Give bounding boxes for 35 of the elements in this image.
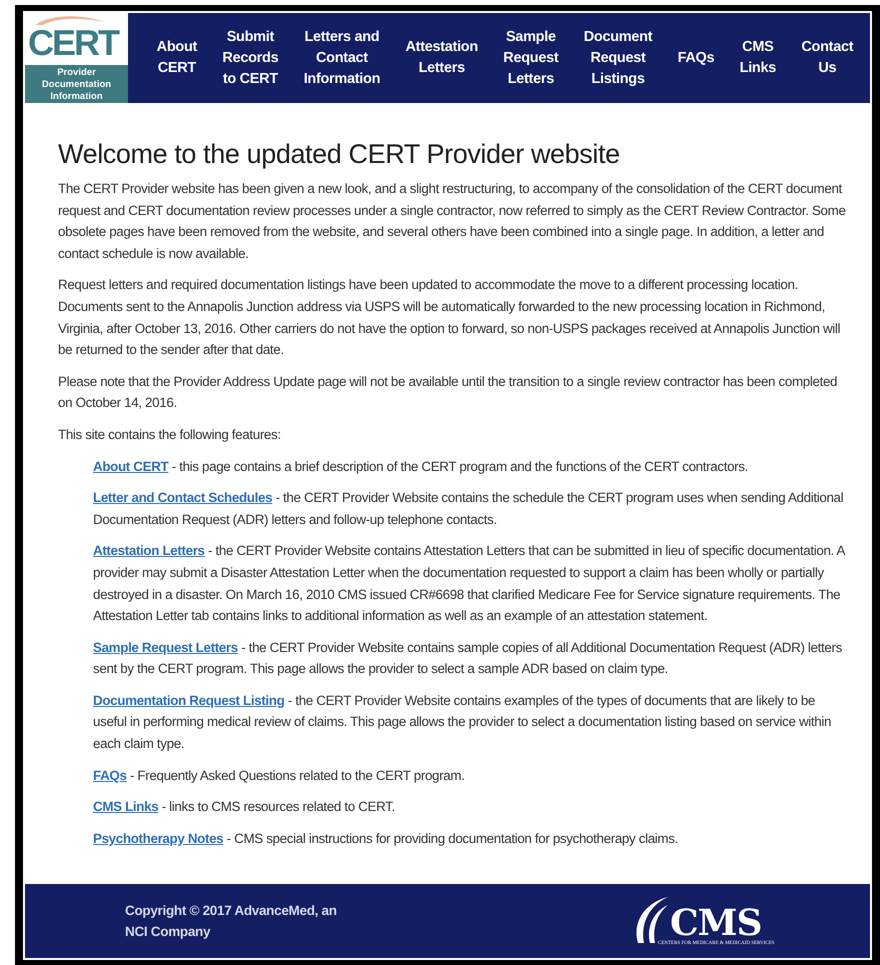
cms-wordmark: CMS bbox=[670, 905, 762, 941]
feature-description: Letter and Contact Schedules - the CERT Provider Website contains the schedule the CERT program uses when sending Additional Documentation Request (ADR) letters and follow-up telephone contacts. bbox=[93, 489, 844, 529]
page-heading: Welcome to the updated CERT Provider website bbox=[58, 139, 621, 170]
feature-link[interactable]: Letter and Contact Schedules bbox=[93, 490, 272, 506]
feature-link[interactable]: About CERT bbox=[93, 458, 168, 474]
paragraph: Please note that the Provider Address Update page will not be available until the transition to a single review contractor has been completed on October 14, 2016. bbox=[58, 372, 838, 412]
nav-link[interactable]: Document Request Listings bbox=[584, 26, 652, 90]
logo-caption: Provider Documentation Information bbox=[25, 65, 128, 103]
feature-link[interactable]: FAQs bbox=[93, 768, 127, 783]
paragraph: The CERT Provider website has been given a new look, and a slight restructuring, to accompany of the consolidation of the CERT document request and CERT documentation review processes under a single contractor, now referred to simply as the CERT Review Contractor. Some obsolete pages have been removed from the website, and several others have been combined into a single page. In addition, a letter and contact schedule is now available. bbox=[58, 180, 847, 263]
feature-description: Psychotherapy Notes - CMS special instructions for providing documentation for psychotherapy claims. bbox=[93, 830, 679, 848]
feature-link[interactable]: Documentation Request Listing bbox=[93, 692, 284, 708]
nav-link[interactable]: Contact Us bbox=[801, 37, 854, 79]
feature-description: Sample Request Letters - the CERT Provider Website contains sample copies of all Additional Documentation Request (ADR) letters sent by the CERT program. This page allows the provider to select a sample ADR based on claim type. bbox=[93, 638, 843, 678]
feature-link[interactable]: Sample Request Letters bbox=[93, 640, 238, 655]
nav-link[interactable]: FAQs bbox=[678, 48, 714, 68]
nav-link[interactable]: About CERT bbox=[156, 37, 198, 79]
cert-logo[interactable]: CERT Provider Documentation Information bbox=[25, 13, 128, 103]
paragraph: This site contains the following features: bbox=[58, 426, 282, 444]
feature-link[interactable]: Attestation Letters bbox=[93, 543, 205, 558]
feature-description: Documentation Request Listing - the CERT Provider Website contains examples of the types of documents that are likely to be useful in performing medical review of claims. This page allows the provider to select a documentation listing based on service within each claim type. bbox=[93, 692, 832, 754]
copyright-text: Copyright © 2017 AdvanceMed, an NCI Company bbox=[125, 902, 337, 941]
feature-description: FAQs - Frequently Asked Questions related to the CERT program. bbox=[93, 766, 466, 785]
feature-link[interactable]: Psychotherapy Notes bbox=[93, 830, 224, 846]
nav-link[interactable]: Letters and Contact Information bbox=[304, 26, 380, 90]
feature-description: About CERT - this page contains a brief description of the CERT program and the functions of the CERT contractors. bbox=[93, 458, 749, 476]
logo-wordmark: CERT bbox=[28, 25, 118, 61]
feature-description: CMS Links - links to CMS resources related to CERT. bbox=[93, 798, 396, 816]
nav-link[interactable]: Attestation Letters bbox=[406, 37, 478, 79]
feature-description: Attestation Letters - the CERT Provider Website contains Attestation Letters that can be submitted in lieu of specific documentation. A provider may submit a Disaster Attestation Letter when the documentation requested to support a claim has been wholly or partially destroyed in a disaster. On March 16, 2010 CMS issued CR#6698 that clarified Medicare Fee for Service signature requirements. The Attestation Letter tab contains links to additional information as well as an example of an attestation statement. bbox=[93, 542, 846, 626]
nav-link[interactable]: CMS Links bbox=[740, 37, 776, 79]
paragraph: Request letters and required documentation listings have been updated to accommodate the move to a different processing location. Documents sent to the Annapolis Junction address via USPS will be automatically forwarded to the new processing location in Richmond, Virginia, after October 13, 2016. Other carriers do not have the option to forward, so non-USPS packages received at Annapolis Junction will be returned to the sender after that date. bbox=[58, 276, 842, 360]
feature-link[interactable]: CMS Links bbox=[93, 799, 158, 814]
nav-link[interactable]: Sample Request Letters bbox=[503, 26, 558, 90]
nav-link[interactable]: Submit Records to CERT bbox=[222, 26, 278, 90]
